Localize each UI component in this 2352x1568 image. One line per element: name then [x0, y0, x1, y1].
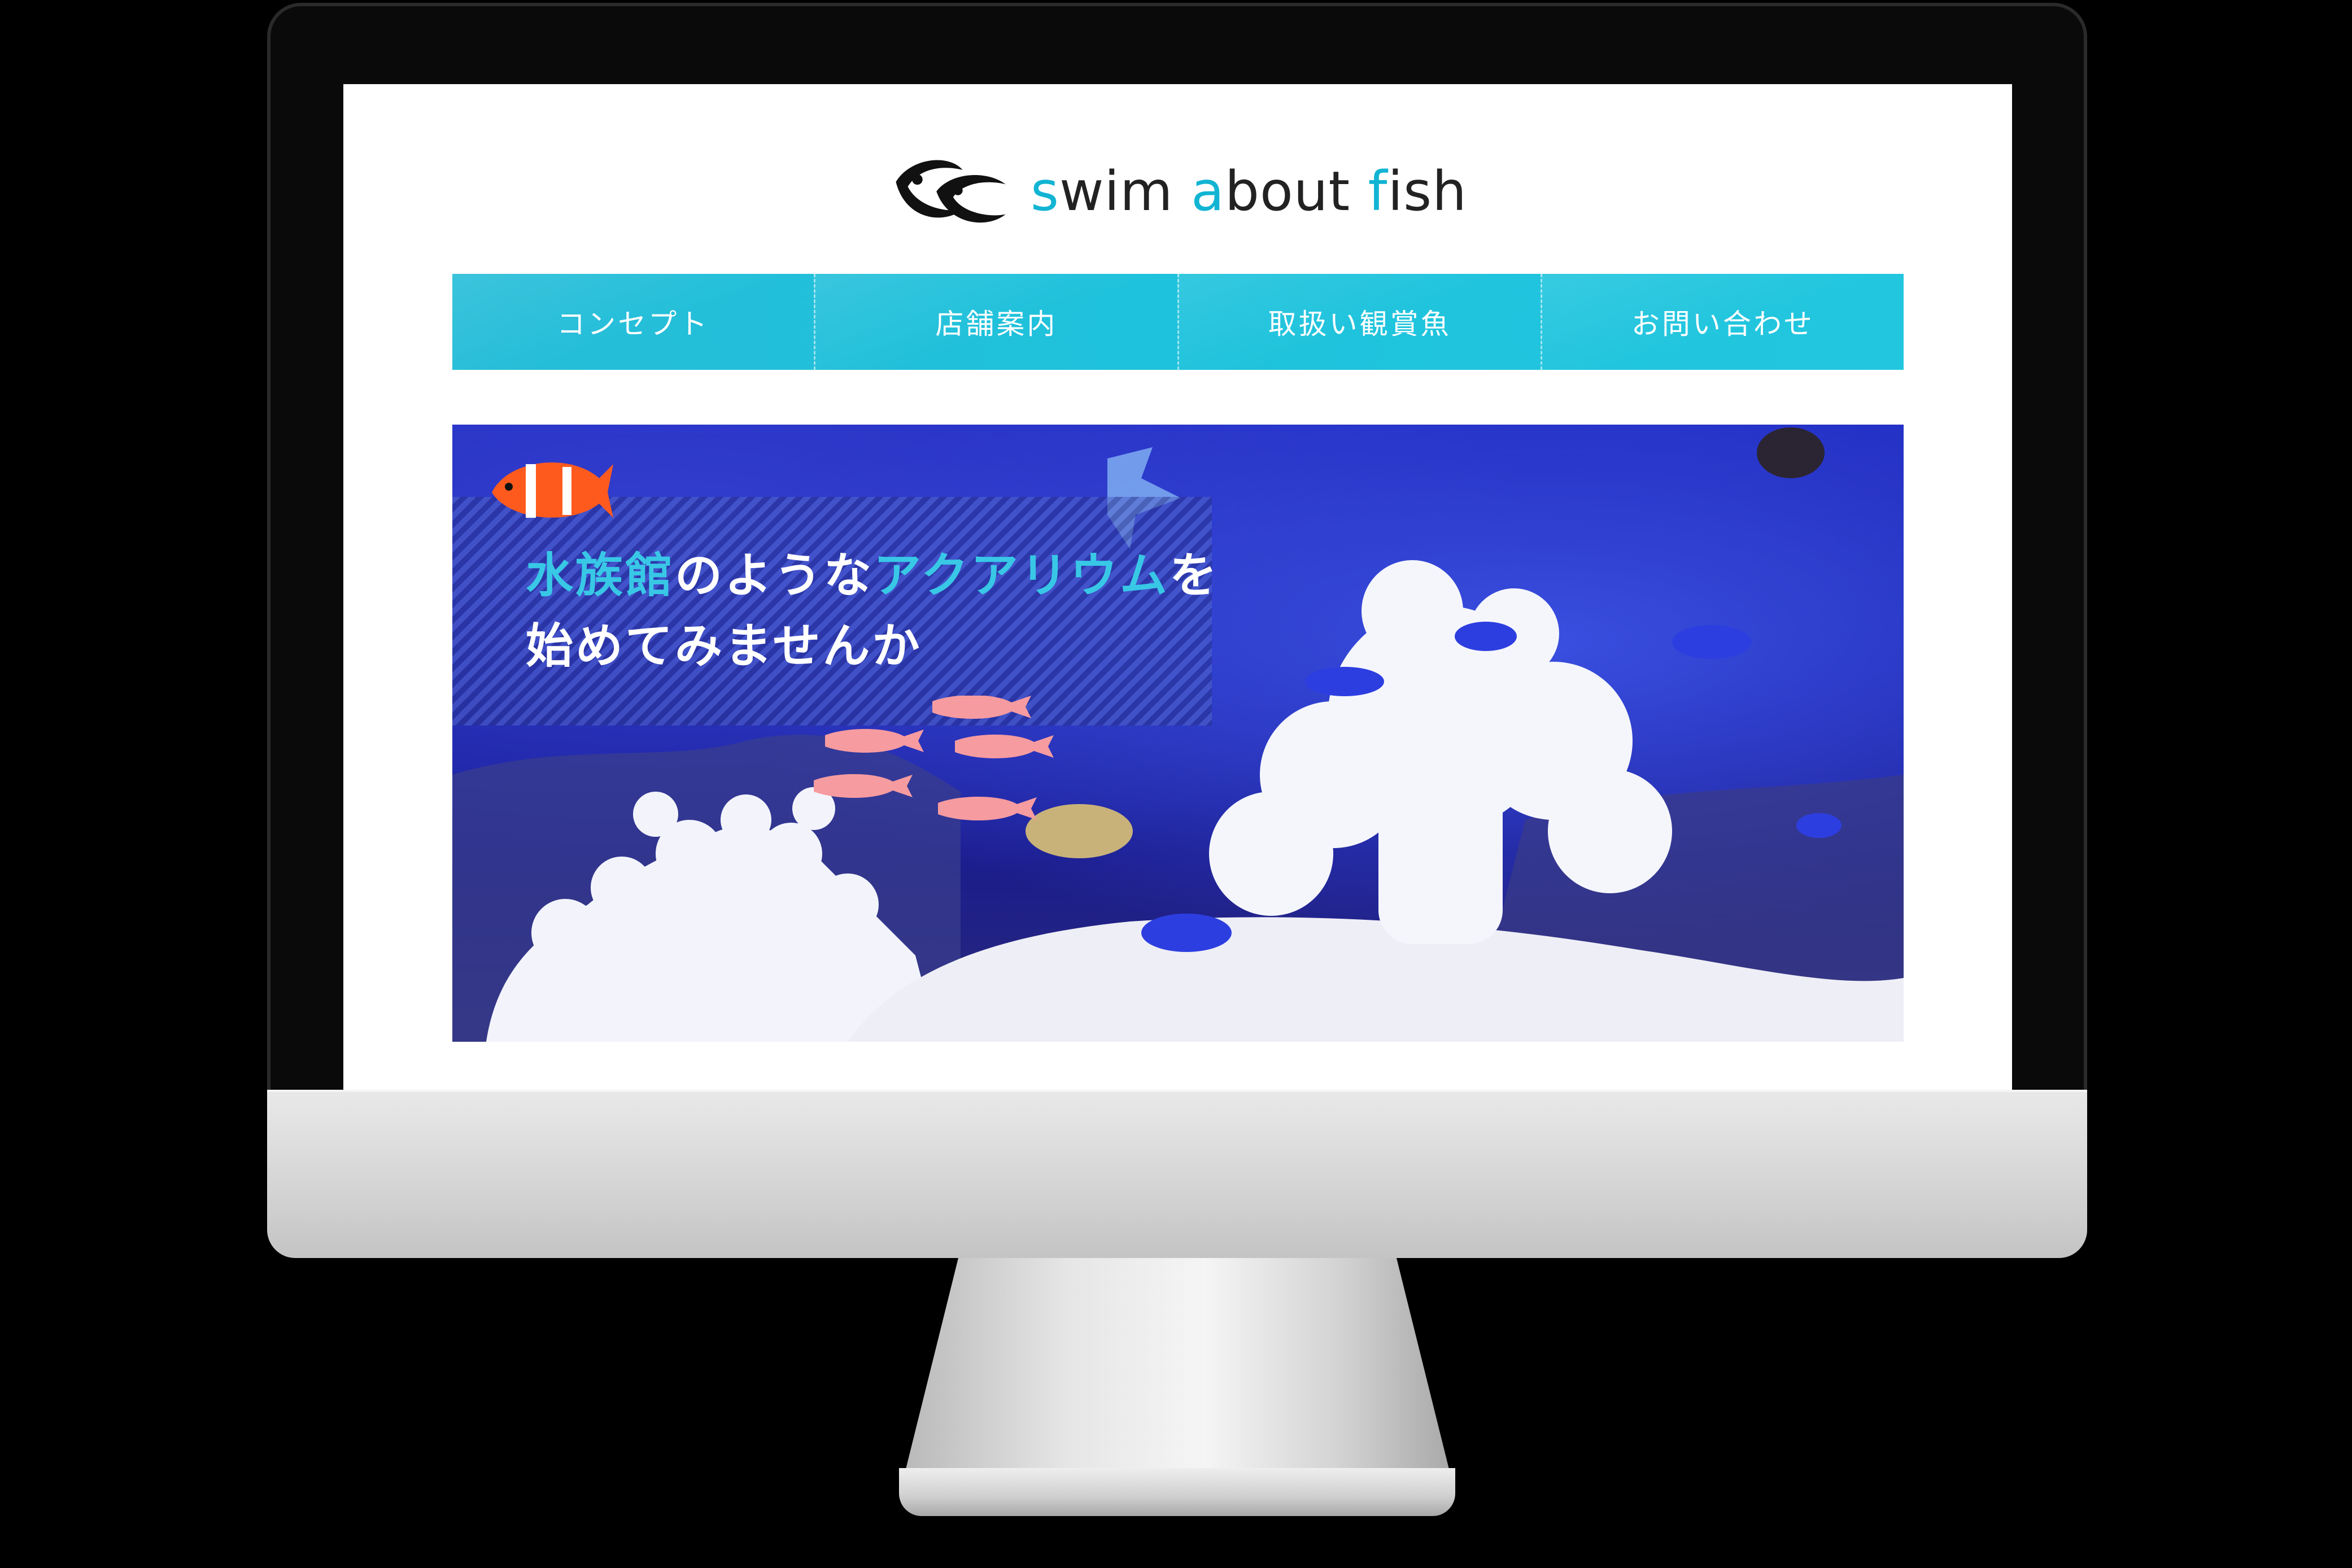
nav-item-concept[interactable]: コンセプト	[452, 274, 816, 370]
main-nav: コンセプト 店舗案内 取扱い観賞魚 お問い合わせ	[452, 274, 1904, 370]
site-logo[interactable]: swim about fish	[891, 146, 1467, 237]
logo-text: swim about fish	[1031, 160, 1467, 223]
hero-image: 水族館のようなアクアリウムを 始めてみませんか	[452, 425, 1904, 1042]
logo-letter-f: f	[1368, 160, 1388, 223]
nav-item-fish-list[interactable]: 取扱い観賞魚	[1179, 274, 1542, 370]
monitor-chin	[267, 1090, 2087, 1258]
pink-fish-icon	[814, 696, 1054, 821]
nav-item-contact[interactable]: お問い合わせ	[1542, 274, 1904, 370]
logo-letter-s: s	[1030, 160, 1059, 223]
hero-word-aquarium: アクアリウム	[874, 548, 1170, 603]
monitor-stand-neck	[904, 1258, 1451, 1478]
website-screen: swim about fish コンセプト 店舗案内 取扱い観賞魚 お問い合わせ	[343, 84, 2012, 1090]
hero-word-aquarium-museum: 水族館	[526, 548, 675, 603]
hero-headline-line1: 水族館のようなアクアリウムを	[526, 538, 1219, 606]
hero-headline-line2: 始めてみませんか	[526, 618, 922, 674]
clownfish-icon	[492, 462, 613, 518]
hero-word-wo: を	[1169, 548, 1219, 603]
monitor-stand-base	[899, 1468, 1455, 1516]
nav-item-store-info[interactable]: 店舗案内	[815, 274, 1179, 370]
logo-letter-a: a	[1191, 160, 1225, 223]
hero-word-like: のような	[675, 548, 874, 603]
logo-fish-mark-icon	[896, 160, 1006, 223]
logo-word-fish: ish	[1387, 160, 1467, 223]
logo-word-about: bout	[1225, 160, 1368, 223]
logo-word-swim: wim	[1059, 160, 1192, 223]
